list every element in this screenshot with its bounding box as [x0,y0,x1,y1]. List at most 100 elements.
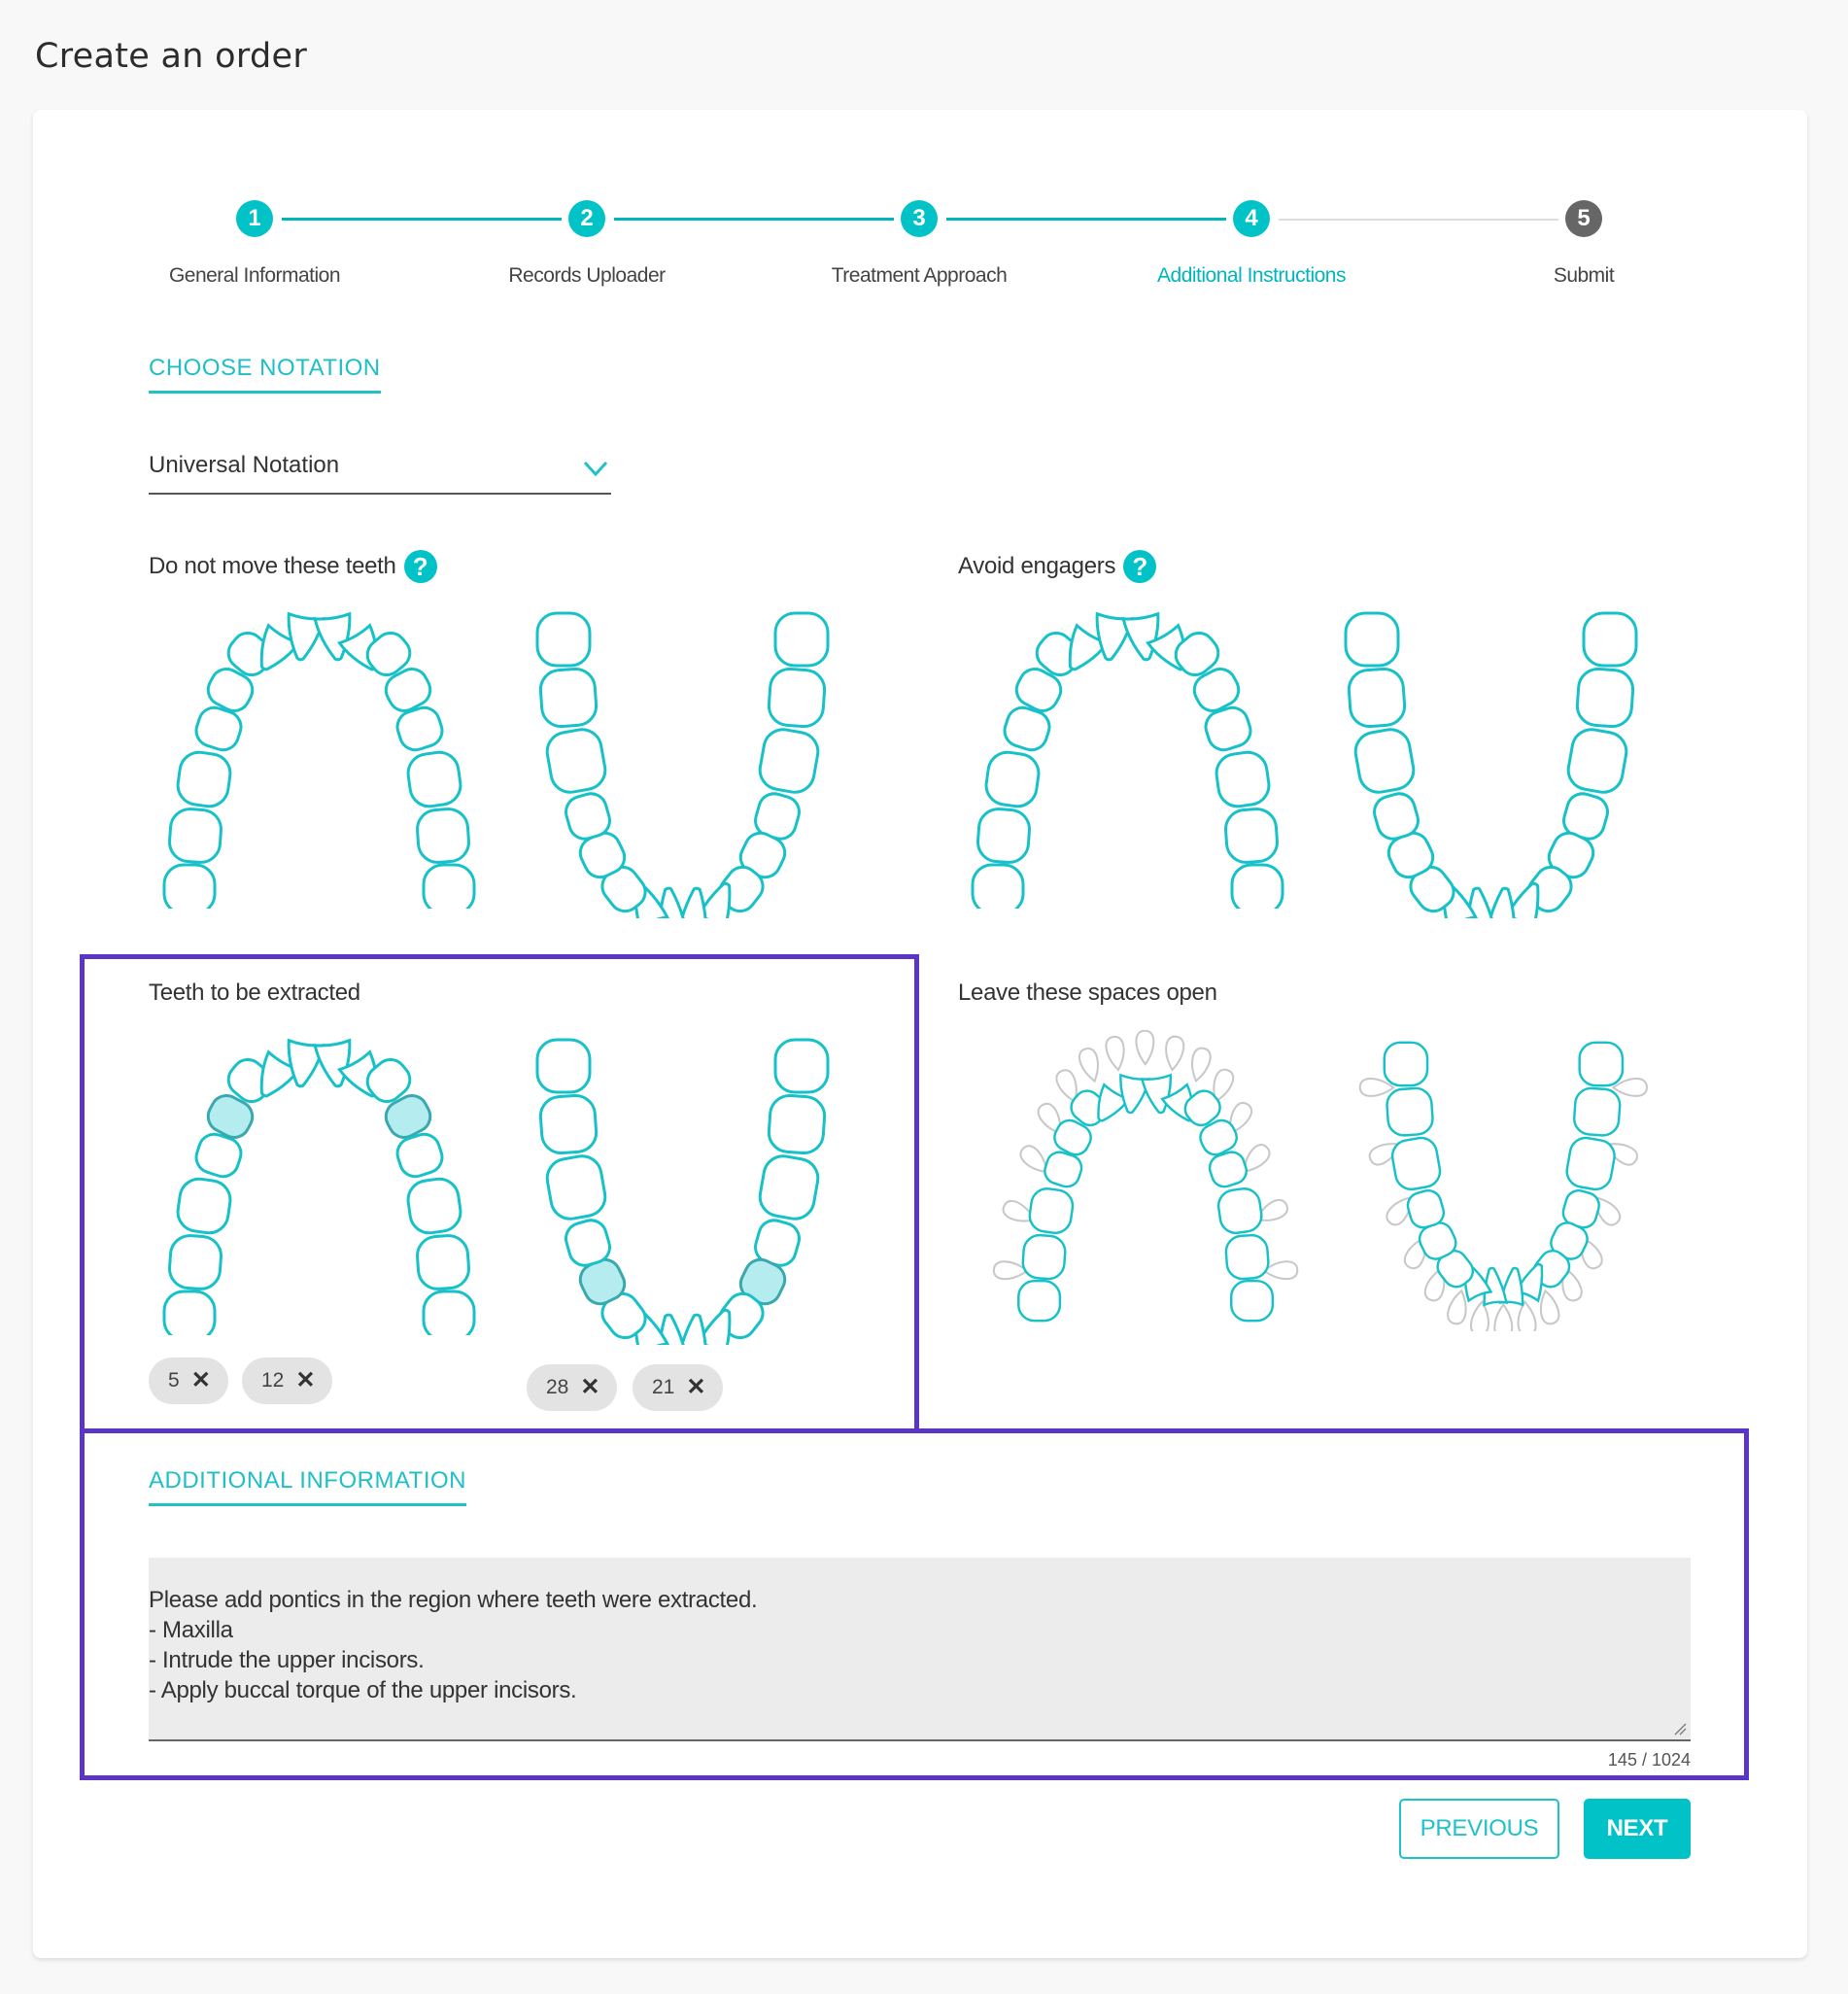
tooth-32[interactable] [1344,611,1400,668]
tooth-15[interactable] [416,808,470,864]
step-connector [946,218,1226,221]
avoid-engagers-label: Avoid engagers ? [958,550,1157,583]
remove-icon[interactable]: ✕ [295,1369,315,1392]
step-number: 5 [1565,200,1602,237]
tooth-16[interactable] [1229,1279,1275,1323]
resize-handle-icon[interactable] [1673,1722,1687,1736]
tooth-2[interactable] [168,1234,222,1290]
tooth-15[interactable] [1224,808,1279,864]
tooth-14[interactable] [405,1177,462,1236]
step-number: 3 [901,200,938,237]
space-slot[interactable] [1135,1030,1155,1066]
teeth-extracted-label: Teeth to be extracted [149,980,360,1007]
tooth-2[interactable] [976,808,1031,864]
tooth-18[interactable] [1575,667,1635,729]
tooth-18[interactable] [1573,1086,1622,1137]
tooth-15[interactable] [1224,1233,1270,1281]
choose-notation-title: CHOOSE NOTATION [149,355,381,394]
tooth-19[interactable] [1564,1135,1617,1191]
step-label: Submit [1553,264,1615,287]
page-title: Create an order [35,37,308,76]
remove-icon[interactable]: ✕ [580,1376,599,1399]
space-slot[interactable] [1187,1047,1213,1083]
space-slot[interactable] [1164,1035,1185,1072]
tooth-19[interactable] [757,1153,821,1222]
tooth-19[interactable] [1565,727,1629,796]
chip-label: 12 [261,1369,285,1392]
step-number: 1 [236,200,273,237]
step-label: Additional Instructions [1157,264,1346,287]
tooth-30[interactable] [544,727,608,796]
tooth-16[interactable] [422,863,476,909]
step-connector [614,218,894,221]
tooth-1[interactable] [1017,1279,1062,1323]
remove-icon[interactable]: ✕ [686,1376,705,1399]
tooth-31[interactable] [538,667,599,729]
tooth-30[interactable] [544,1153,608,1222]
extract-chip: 28 ✕ [527,1364,618,1411]
tooth-14[interactable] [405,750,462,809]
avoid-engagers-label-text: Avoid engagers [958,553,1116,579]
tooth-18[interactable] [767,667,827,729]
tooth-31[interactable] [1347,667,1407,729]
upper-arch-avoid-engagers [971,611,1284,909]
tooth-17[interactable] [773,611,830,668]
help-icon[interactable]: ? [403,550,437,583]
tooth-18[interactable] [767,1093,827,1155]
tooth-15[interactable] [416,1234,470,1290]
space-slot[interactable] [1470,1299,1490,1331]
space-slot[interactable] [1078,1047,1104,1083]
additional-info-textarea[interactable]: Please add pontics in the region where t… [149,1558,1691,1741]
tooth-31[interactable] [1386,1086,1434,1137]
tooth-30[interactable] [1390,1135,1443,1191]
tooth-2[interactable] [168,808,222,864]
step-label: Records Uploader [508,264,666,287]
tooth-1[interactable] [162,863,217,909]
tooth-2[interactable] [1021,1233,1067,1281]
space-slot[interactable] [1493,1302,1514,1331]
chip-label: 28 [546,1376,569,1398]
chip-label: 21 [652,1376,675,1398]
do-not-move-label-text: Do not move these teeth [149,553,396,579]
notation-select[interactable]: Universal Notation [149,442,611,495]
tooth-30[interactable] [1352,727,1417,796]
step-label: General Information [168,264,341,287]
tooth-32[interactable] [535,1038,592,1094]
tooth-17[interactable] [1578,1041,1625,1087]
extract-chip: 21 ✕ [633,1364,724,1411]
tooth-32[interactable] [1383,1041,1429,1087]
lower-arch-spaces-open [1358,1041,1648,1331]
upper-arch-spaces-open [992,1030,1299,1323]
tooth-1[interactable] [971,863,1025,909]
lower-arch-extract [535,1038,830,1345]
step-number: 4 [1233,200,1270,237]
tooth-1[interactable] [162,1289,217,1335]
tooth-32[interactable] [535,611,592,668]
tooth-17[interactable] [773,1038,830,1094]
character-counter: 145 / 1024 [1607,1750,1691,1770]
upper-arch-do-not-move [162,611,476,909]
space-slot[interactable] [1516,1299,1537,1331]
do-not-move-label: Do not move these teeth ? [149,550,437,583]
tooth-16[interactable] [1230,863,1284,909]
previous-button[interactable]: PREVIOUS [1399,1799,1559,1859]
tooth-3[interactable] [175,1177,232,1236]
teeth-extracted-label-text: Teeth to be extracted [149,980,360,1006]
additional-info-title: ADDITIONAL INFORMATION [149,1467,467,1506]
upper-arch-extract [162,1038,476,1335]
tooth-3[interactable] [983,750,1041,809]
tooth-31[interactable] [538,1093,599,1155]
tooth-14[interactable] [1214,750,1271,809]
tooth-17[interactable] [1582,611,1638,668]
remove-icon[interactable]: ✕ [191,1369,211,1392]
tooth-16[interactable] [422,1289,476,1335]
tooth-19[interactable] [757,727,821,796]
tooth-14[interactable] [1216,1186,1263,1235]
help-icon[interactable]: ? [1123,550,1157,583]
tooth-3[interactable] [1028,1186,1075,1235]
next-button[interactable]: NEXT [1584,1799,1691,1859]
tooth-3[interactable] [175,750,232,809]
step-connector [282,218,562,221]
spaces-open-label: Leave these spaces open [958,980,1217,1007]
space-slot[interactable] [1105,1035,1127,1072]
